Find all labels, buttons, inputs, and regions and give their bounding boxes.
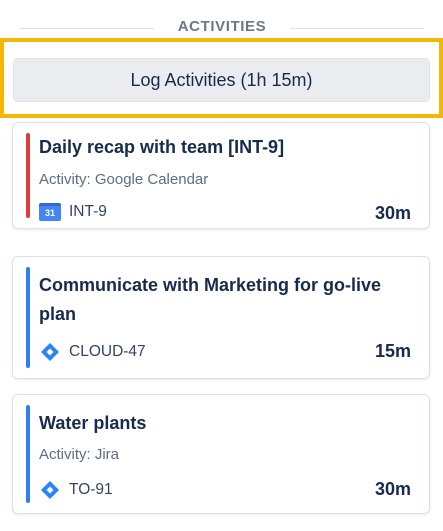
card-subtitle: Activity: Jira <box>39 446 120 463</box>
issue-key[interactable]: CLOUD-47 <box>69 343 146 361</box>
jira-icon <box>41 343 59 361</box>
card-duration: 15m <box>374 341 411 361</box>
activities-header: ACTIVITIES <box>0 0 443 38</box>
card-title: Daily recap with team [INT-9] <box>39 137 285 157</box>
card-color-bar <box>26 405 30 503</box>
activity-card[interactable]: Water plants Activity: Jira TO-91 30m <box>12 394 430 514</box>
header-divider-left <box>20 28 154 29</box>
card-title: Communicate with Marketing for go-live p… <box>39 275 382 324</box>
google-calendar-icon: 31 <box>39 203 61 221</box>
card-color-bar <box>26 267 30 368</box>
jira-icon <box>41 481 59 499</box>
log-activities-button[interactable]: Log Activities (1h 15m) <box>13 58 430 102</box>
activity-card[interactable]: Communicate with Marketing for go-live p… <box>12 256 430 379</box>
section-title: ACTIVITIES <box>177 18 267 35</box>
card-issue-row: CLOUD-47 <box>39 341 146 363</box>
card-issue-row: 31 INT-9 <box>39 203 107 221</box>
header-divider-right <box>290 28 424 29</box>
card-duration: 30m <box>374 203 411 223</box>
issue-key[interactable]: INT-9 <box>69 203 107 221</box>
activity-card[interactable]: Daily recap with team [INT-9] Activity: … <box>12 122 430 229</box>
card-title: Water plants <box>39 413 147 433</box>
card-issue-row: TO-91 <box>39 479 113 501</box>
issue-key[interactable]: TO-91 <box>69 481 113 499</box>
card-color-bar <box>26 133 30 218</box>
card-duration: 30m <box>374 479 411 499</box>
log-activities-highlight: Log Activities (1h 15m) <box>0 38 443 118</box>
card-subtitle: Activity: Google Calendar <box>39 171 209 188</box>
